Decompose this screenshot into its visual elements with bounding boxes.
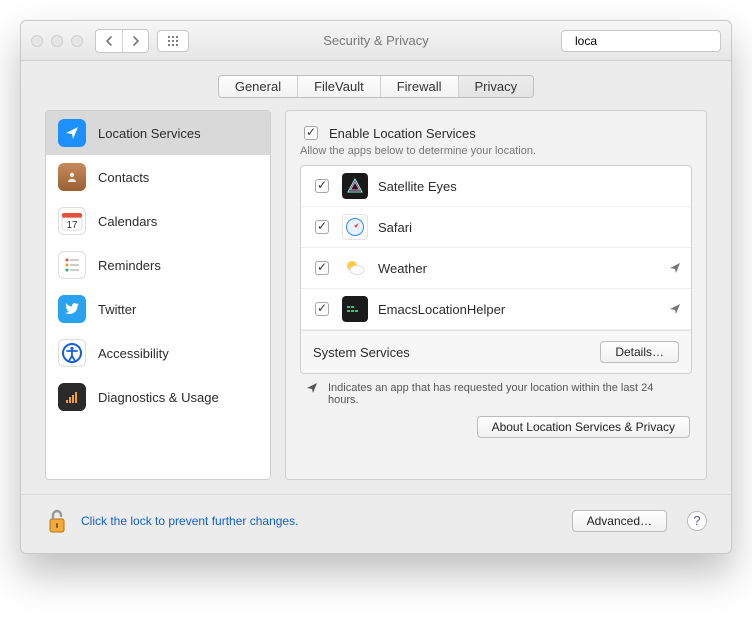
diagnostics-icon <box>58 383 86 411</box>
recent-location-arrow-icon <box>306 382 318 394</box>
reminders-icon <box>58 251 86 279</box>
emacs-location-helper-icon <box>342 296 368 322</box>
sidebar-item-label: Contacts <box>98 170 149 185</box>
enable-location-services-hint: Allow the apps below to determine your l… <box>300 145 692 157</box>
sidebar-item-label: Calendars <box>98 214 157 229</box>
recent-location-arrow-icon <box>669 303 681 315</box>
app-checkbox[interactable] <box>315 302 329 316</box>
recent-location-arrow-icon <box>669 262 681 274</box>
pane-tabs: General FileVault Firewall Privacy <box>218 75 534 98</box>
sidebar-item-contacts[interactable]: Contacts <box>46 155 270 199</box>
app-row: Satellite Eyes <box>301 166 691 207</box>
advanced-button[interactable]: Advanced… <box>572 510 667 532</box>
app-checkbox[interactable] <box>315 261 329 275</box>
tab-general[interactable]: General <box>219 76 297 97</box>
enable-location-services-row[interactable]: Enable Location Services <box>300 123 692 143</box>
location-services-pane: Enable Location Services Allow the apps … <box>285 110 707 480</box>
safari-icon <box>342 214 368 240</box>
system-services-details-button[interactable]: Details… <box>600 341 679 363</box>
show-all-prefs-button[interactable] <box>157 30 189 52</box>
twitter-icon <box>58 295 86 323</box>
app-checkbox[interactable] <box>315 220 329 234</box>
sidebar-item-diagnostics[interactable]: Diagnostics & Usage <box>46 375 270 419</box>
lock-hint-text[interactable]: Click the lock to prevent further change… <box>81 514 298 528</box>
app-name: Satellite Eyes <box>378 179 457 194</box>
location-apps-list: Satellite Eyes Safari Weather <box>300 165 692 374</box>
search-input[interactable] <box>573 33 732 49</box>
svg-text:17: 17 <box>66 220 78 231</box>
enable-location-services-checkbox[interactable] <box>304 126 318 140</box>
chevron-left-icon <box>105 36 113 46</box>
enable-location-services-label: Enable Location Services <box>329 126 476 141</box>
sidebar-item-label: Reminders <box>98 258 161 273</box>
grid-icon <box>167 35 179 47</box>
chevron-right-icon <box>132 36 140 46</box>
app-row: Weather <box>301 248 691 289</box>
app-name: Weather <box>378 261 427 276</box>
app-row: Safari <box>301 207 691 248</box>
calendar-icon: 17 <box>58 207 86 235</box>
contacts-icon <box>58 163 86 191</box>
privacy-content: Location Services Contacts 17 Calendars <box>21 104 731 494</box>
zoom-window-dot[interactable] <box>71 35 83 47</box>
prefs-footer: Click the lock to prevent further change… <box>21 494 731 553</box>
sidebar-item-label: Location Services <box>98 126 201 141</box>
tab-firewall[interactable]: Firewall <box>380 76 458 97</box>
titlebar: Security & Privacy ✕ <box>21 21 731 61</box>
recent-location-note-text: Indicates an app that has requested your… <box>328 382 686 406</box>
sidebar-item-label: Diagnostics & Usage <box>98 390 219 405</box>
app-name: EmacsLocationHelper <box>378 302 505 317</box>
accessibility-icon <box>58 339 86 367</box>
system-services-row: System Services Details… <box>301 330 691 373</box>
sidebar-item-label: Twitter <box>98 302 136 317</box>
sidebar-item-label: Accessibility <box>98 346 169 361</box>
about-location-services-button[interactable]: About Location Services & Privacy <box>477 416 690 438</box>
sidebar-item-reminders[interactable]: Reminders <box>46 243 270 287</box>
tab-privacy[interactable]: Privacy <box>458 76 534 97</box>
help-button[interactable]: ? <box>687 511 707 531</box>
tab-filevault[interactable]: FileVault <box>297 76 380 97</box>
system-services-label: System Services <box>313 345 410 360</box>
sidebar-item-accessibility[interactable]: Accessibility <box>46 331 270 375</box>
app-name: Safari <box>378 220 412 235</box>
app-row: EmacsLocationHelper <box>301 289 691 330</box>
app-checkbox[interactable] <box>315 179 329 193</box>
nav-forward-button[interactable] <box>122 30 148 52</box>
search-field[interactable]: ✕ <box>561 30 721 52</box>
sidebar-item-calendars[interactable]: 17 Calendars <box>46 199 270 243</box>
tabs-row: General FileVault Firewall Privacy <box>21 61 731 104</box>
close-window-dot[interactable] <box>31 35 43 47</box>
satellite-eyes-icon <box>342 173 368 199</box>
lock-icon[interactable] <box>45 507 69 535</box>
sidebar-item-location-services[interactable]: Location Services <box>46 111 270 155</box>
privacy-category-sidebar: Location Services Contacts 17 Calendars <box>45 110 271 480</box>
nav-back-button[interactable] <box>96 30 122 52</box>
preferences-window: Security & Privacy ✕ General FileVault F… <box>20 20 732 554</box>
sidebar-item-twitter[interactable]: Twitter <box>46 287 270 331</box>
location-icon <box>58 119 86 147</box>
weather-icon <box>342 255 368 281</box>
recent-location-note: Indicates an app that has requested your… <box>300 374 692 416</box>
minimize-window-dot[interactable] <box>51 35 63 47</box>
nav-back-forward <box>95 29 149 53</box>
window-traffic-lights[interactable] <box>31 35 83 47</box>
